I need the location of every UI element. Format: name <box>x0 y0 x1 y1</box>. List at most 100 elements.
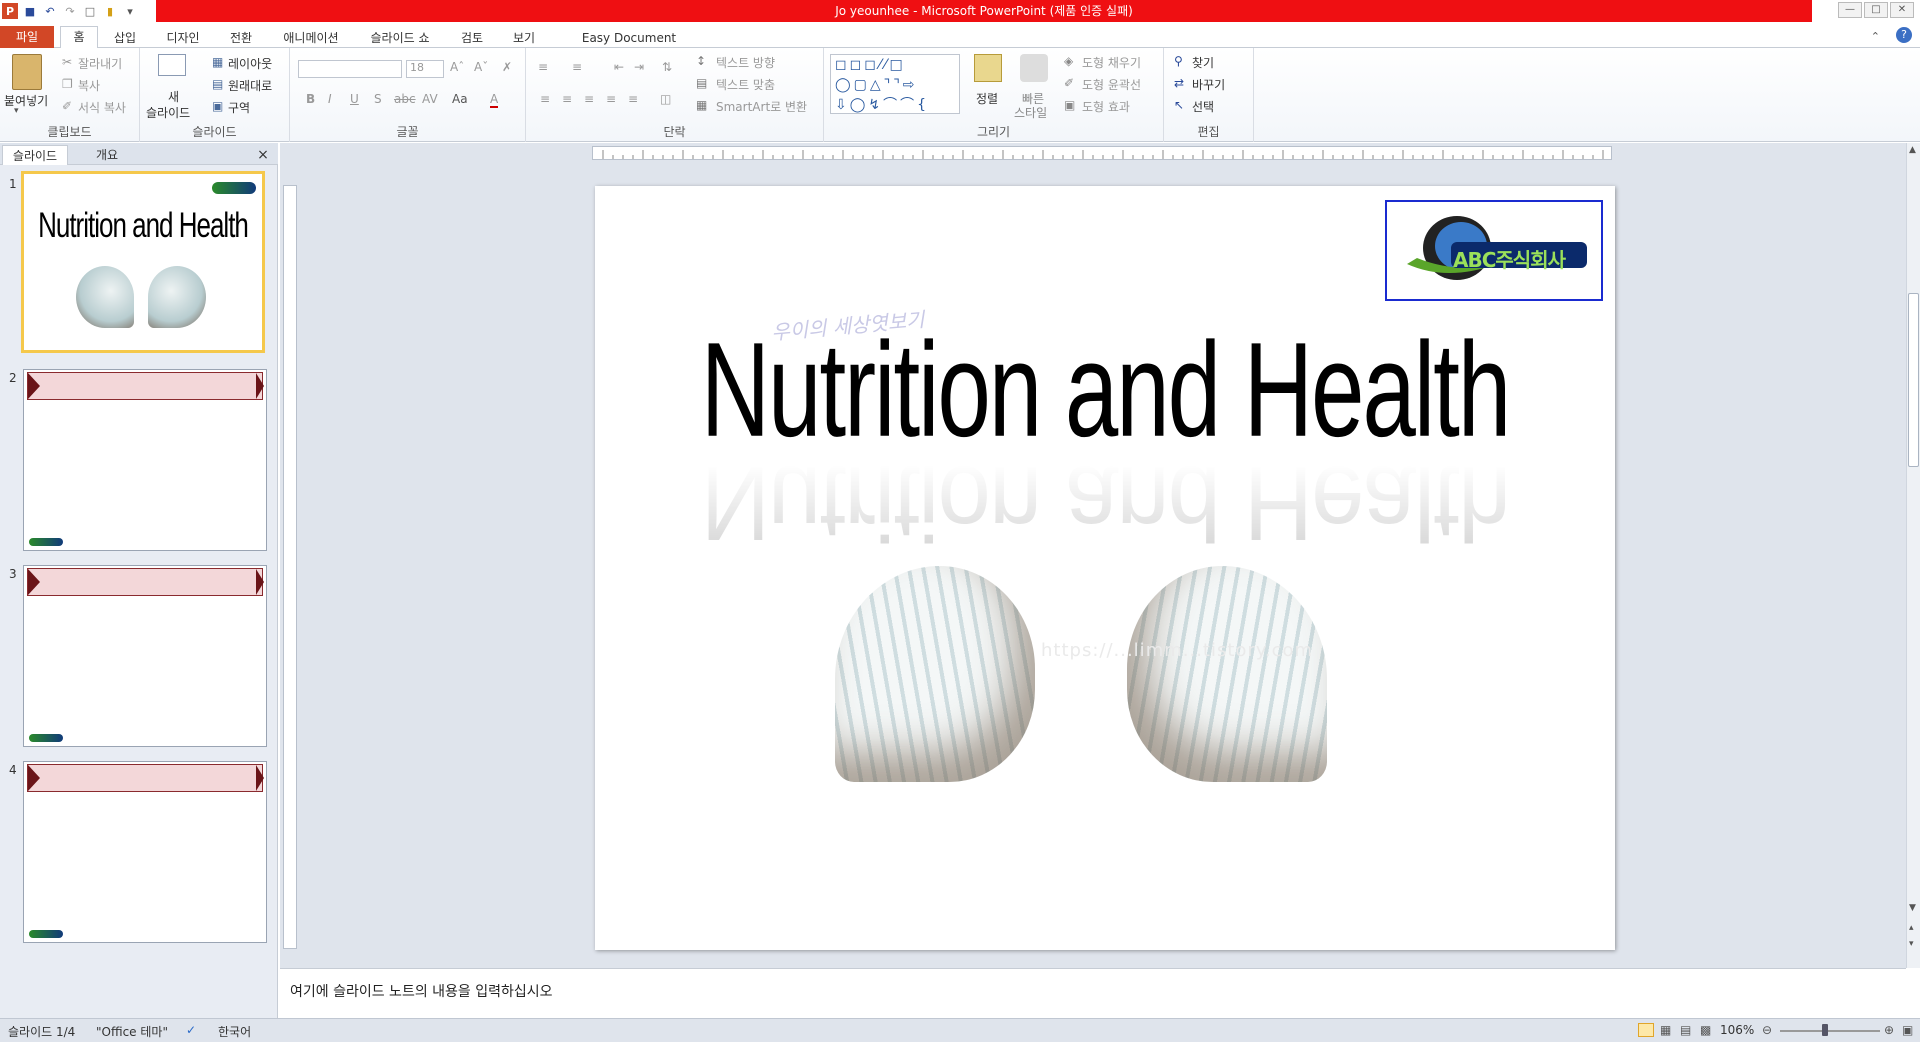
bold-icon[interactable]: B <box>306 92 315 106</box>
shape-outline-button[interactable]: 도형 윤곽선 <box>1082 76 1141 93</box>
vertical-ruler[interactable] <box>283 185 297 949</box>
font-name-field[interactable] <box>298 60 402 78</box>
normal-view-icon[interactable] <box>1638 1023 1654 1037</box>
maximize-button[interactable]: □ <box>1864 2 1888 18</box>
slideshow-icon[interactable]: ▩ <box>1700 1023 1711 1037</box>
tab-review[interactable]: 검토 <box>456 28 488 48</box>
close-button[interactable]: ✕ <box>1890 2 1914 18</box>
scroll-up-icon[interactable]: ▲ <box>1909 145 1916 155</box>
scroll-down-icon[interactable]: ▼ <box>1909 903 1916 913</box>
fit-to-window-icon[interactable]: ▣ <box>1902 1023 1913 1037</box>
align-text-button[interactable]: 텍스트 맞춤 <box>716 76 775 93</box>
close-pane-icon[interactable]: × <box>254 145 272 165</box>
previous-slide-icon[interactable]: ▴ <box>1909 923 1914 933</box>
paste-button[interactable]: 붙여넣기 <box>4 92 48 109</box>
next-slide-icon[interactable]: ▾ <box>1909 939 1914 949</box>
font-color-icon[interactable]: A <box>490 92 499 108</box>
keyboard-image-right[interactable] <box>1127 566 1327 782</box>
underline-icon[interactable]: U <box>350 92 359 106</box>
cut-button[interactable]: 잘라내기 <box>78 55 122 72</box>
slide-title[interactable]: Nutrition and Health <box>595 314 1615 468</box>
zoom-slider[interactable] <box>1780 1030 1880 1032</box>
notes-placeholder[interactable]: 여기에 슬라이드 노트의 내용을 입력하십시오 <box>290 981 553 1001</box>
shadow-icon[interactable]: S <box>374 92 382 106</box>
minimize-ribbon-icon[interactable]: ⌃ <box>1871 30 1880 43</box>
tab-transitions[interactable]: 전환 <box>224 28 258 48</box>
font-size-field[interactable]: 18 <box>406 60 444 78</box>
align-left-icon[interactable]: ≡ <box>540 92 550 106</box>
find-button[interactable]: 찾기 <box>1192 54 1214 71</box>
reset-button[interactable]: 원래대로 <box>228 77 272 94</box>
strikethrough-icon[interactable]: abc <box>394 92 416 106</box>
increase-indent-icon[interactable]: ⇥ <box>634 60 644 74</box>
format-painter-button[interactable]: 서식 복사 <box>78 99 126 116</box>
tab-home[interactable]: 홈 <box>60 26 98 49</box>
customize-qat-icon[interactable]: ▾ <box>122 3 138 19</box>
text-direction-button[interactable]: 텍스트 방향 <box>716 54 775 71</box>
new-slide-label-1[interactable]: 새 <box>168 88 179 105</box>
spellcheck-icon[interactable]: ✓ <box>186 1023 196 1037</box>
tab-animations[interactable]: 애니메이션 <box>278 28 344 48</box>
save-icon[interactable]: ■ <box>22 3 38 19</box>
distribute-icon[interactable]: ≡ <box>628 92 638 106</box>
keyboard-image-left[interactable] <box>835 566 1035 782</box>
slide-thumbnail-4[interactable] <box>23 761 267 943</box>
arrange-button[interactable]: 정렬 <box>976 90 998 107</box>
language[interactable]: 한국어 <box>218 1023 251 1040</box>
tab-view[interactable]: 보기 <box>508 28 540 48</box>
tab-outline[interactable]: 개요 <box>72 145 142 165</box>
reading-view-icon[interactable]: ▤ <box>1680 1023 1691 1037</box>
align-right-icon[interactable]: ≡ <box>584 92 594 106</box>
copy-button[interactable]: 복사 <box>78 77 100 94</box>
char-spacing-icon[interactable]: AV <box>422 92 438 106</box>
slide-sorter-icon[interactable]: ▦ <box>1660 1023 1671 1037</box>
open-folder-icon[interactable]: ▮ <box>102 3 118 19</box>
numbering-icon[interactable]: ≡ <box>572 60 582 74</box>
zoom-slider-thumb[interactable] <box>1822 1024 1828 1036</box>
grow-font-icon[interactable]: Aˆ <box>450 60 464 74</box>
new-slide-icon[interactable] <box>158 54 186 76</box>
vertical-scrollbar[interactable]: ▲ ▼ ▴ ▾ <box>1906 143 1920 968</box>
slide-canvas[interactable]: ABC주식회사 우이의 세상엿보기 Nutrition and Health N… <box>595 186 1615 950</box>
tab-insert[interactable]: 삽입 <box>108 28 142 48</box>
help-icon[interactable]: ? <box>1896 27 1912 43</box>
quick-styles-icon[interactable] <box>1020 54 1048 82</box>
shrink-font-icon[interactable]: Aˇ <box>474 60 488 74</box>
replace-button[interactable]: 바꾸기 <box>1192 76 1225 93</box>
bullets-icon[interactable]: ≡ <box>538 60 548 74</box>
change-case-button[interactable]: Aa <box>452 92 468 106</box>
shape-effects-button[interactable]: 도형 효과 <box>1082 98 1130 115</box>
quick-styles-label-2[interactable]: 스타일 <box>1014 104 1047 121</box>
select-button[interactable]: 선택 <box>1192 98 1214 115</box>
slide-thumbnail-2[interactable] <box>23 369 267 551</box>
shapes-gallery[interactable]: ◻◻◻⁄⁄□ ◯▢△⌝⌝⇨ ⇩◯↯⌒⌒{ <box>830 54 960 114</box>
new-slide-label-2[interactable]: 슬라이드 <box>146 104 190 121</box>
align-center-icon[interactable]: ≡ <box>562 92 572 106</box>
zoom-out-icon[interactable]: ⊖ <box>1762 1023 1772 1037</box>
italic-icon[interactable]: I <box>328 92 332 106</box>
new-file-icon[interactable]: □ <box>82 3 98 19</box>
zoom-level[interactable]: 106% <box>1720 1023 1754 1037</box>
slide-thumbnail-3[interactable] <box>23 565 267 747</box>
layout-button[interactable]: 레이아웃 <box>228 55 272 72</box>
redo-icon[interactable]: ↷ <box>62 3 78 19</box>
smartart-button[interactable]: SmartArt로 변환 <box>716 98 807 115</box>
justify-icon[interactable]: ≡ <box>606 92 616 106</box>
clear-format-icon[interactable]: ✗ <box>502 60 512 74</box>
logo-placeholder[interactable]: ABC주식회사 <box>1385 200 1603 301</box>
notes-pane[interactable]: 여기에 슬라이드 노트의 내용을 입력하십시오 <box>280 968 1906 1018</box>
columns-icon[interactable]: ◫ <box>660 92 671 106</box>
undo-icon[interactable]: ↶ <box>42 3 58 19</box>
tab-file[interactable]: 파일 <box>0 26 54 48</box>
theme-name[interactable]: "Office 테마" <box>96 1023 168 1040</box>
decrease-indent-icon[interactable]: ⇤ <box>614 60 624 74</box>
shape-fill-button[interactable]: 도형 채우기 <box>1082 54 1141 71</box>
line-spacing-icon[interactable]: ⇅ <box>662 60 672 74</box>
zoom-in-icon[interactable]: ⊕ <box>1884 1023 1894 1037</box>
horizontal-ruler[interactable] <box>592 146 1612 160</box>
tab-slideshow[interactable]: 슬라이드 쇼 <box>364 28 436 48</box>
tab-design[interactable]: 디자인 <box>160 28 206 48</box>
slide-thumbnail-1[interactable]: Nutrition and Health <box>21 171 265 353</box>
paste-dropdown-icon[interactable]: ▾ <box>14 106 19 116</box>
tab-slides[interactable]: 슬라이드 <box>2 145 68 165</box>
